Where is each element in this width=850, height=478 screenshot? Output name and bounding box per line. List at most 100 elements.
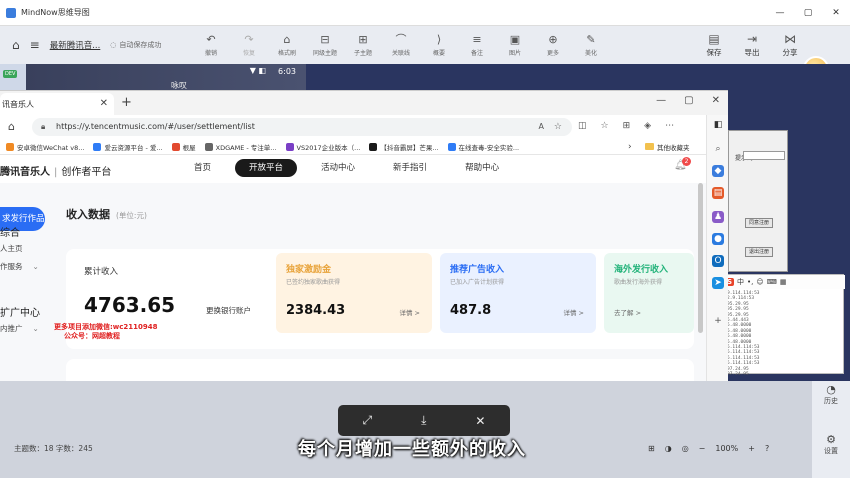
ime-toolbar: S 中 •, ☺ ⌨ ▦ [721,275,845,289]
document-title[interactable]: 最新腾讯音... [50,39,101,51]
close-viewer-icon[interactable]: ✕ [475,414,485,428]
tool-button[interactable]: ⊞ 子主题 [344,26,382,64]
read-aloud-icon[interactable]: A [539,118,544,136]
nav-item[interactable]: 帮助中心 [451,159,513,177]
tool-label: 恢复 [242,49,255,57]
office-icon[interactable]: ● [712,233,724,245]
games-icon[interactable]: ♟ [712,211,724,223]
overseas-revenue-card: 海外发行收入 歌曲发行海外获得 去了解 > [604,253,694,333]
tool-button[interactable]: ▣ 图片 [496,26,534,64]
left-nav-item[interactable]: 内推广 ⌄ [0,323,39,334]
bookmarks-bar: 安卓微信WeChat v8... 爱云资源平台 - 爱... 根屋 XDGAME - … [0,139,706,155]
grid-view-icon[interactable]: ⊞ [648,444,655,453]
log-text: 9.114.114:53 2.9.114:53 95.29.95 95.29.95 95… [727,291,760,378]
favorites-icon[interactable]: ☆ [601,121,609,131]
file-tool-button[interactable]: ⋈ 分享 [771,26,809,64]
bookmark-item[interactable]: 在线查毒-安全实验... [447,142,519,152]
nav-item[interactable]: 首页 [180,159,225,177]
home-icon[interactable]: ⌂ [12,38,20,52]
send-icon[interactable]: ➤ [712,277,724,289]
log-line: 97.24.95 [727,372,749,378]
file-tool-button[interactable]: ⇥ 导出 [733,26,771,64]
chevron-down-icon: ⌄ [32,324,39,333]
fullscreen-icon[interactable]: ⤢ [363,413,373,428]
maximize-button[interactable]: ▢ [794,0,822,26]
browser-home-icon[interactable]: ⌂ [8,120,15,133]
browser-maximize-icon[interactable]: ▢ [684,95,693,106]
tool-button[interactable]: ≡ 备注 [458,26,496,64]
close-button[interactable]: ✕ [822,0,850,26]
side-dialog-input[interactable] [743,151,785,160]
tab-close-icon[interactable]: ✕ [100,98,108,109]
minimize-button[interactable]: — [766,0,794,26]
url-input[interactable]: 🔒︎ https://y.tencentmusic.com/#/user/set… [32,118,572,136]
split-screen-icon[interactable]: ◫ [578,121,587,131]
bookmarks-overflow-icon[interactable]: › [628,142,632,152]
tool-button[interactable]: ⊕ 更多 [534,26,572,64]
history-button[interactable]: ◔ 历史 [812,383,850,406]
tool-button[interactable]: ⟩ 概要 [420,26,458,64]
change-bank-account-link[interactable]: 更换银行账户 [206,305,251,316]
revenue-title-text: 收入数据 [66,208,110,221]
more-menu-icon[interactable]: ⋯ [665,121,674,131]
search-icon[interactable]: ⌕ [712,143,724,155]
bookmark-item[interactable]: 安卓微信WeChat v8... [6,142,84,152]
help-icon[interactable]: ? [765,444,769,453]
collections-icon[interactable]: ⊞ [623,121,631,131]
settings-button[interactable]: ⚙ 设置 [812,433,850,456]
favorite-star-icon[interactable]: ☆ [554,118,562,136]
bookmark-item[interactable]: 爱云资源平台 - 爱... [93,142,163,152]
browser-minimize-icon[interactable]: — [656,95,666,106]
nav-item[interactable]: 开放平台 [235,159,298,177]
zoom-out-icon[interactable]: − [699,444,706,453]
card-detail-link[interactable]: 详情 > [563,307,584,317]
locate-icon[interactable]: ◎ [682,444,689,453]
tool-button[interactable]: ⊟ 同级主题 [306,26,344,64]
add-sidebar-app-icon[interactable]: + [712,315,724,327]
web-page: 腾讯音乐人 | 创作者平台 首页 开放平台 活动中心 新手指引 帮助中心 🔔︎ 2 求发行作品… [0,155,706,381]
sidebar-toggle-icon[interactable]: ◧ [712,119,724,131]
browser-window: 讯音乐人 ✕ + — ▢ ✕ ⌂ 🔒︎ https://y.tencentmus… [0,90,728,381]
tool-icon: ⋈ [784,31,796,46]
extension-icon[interactable]: ◈ [644,121,651,131]
bell-icon[interactable]: 🔔︎ 2 [674,157,691,171]
card-value: 487.8 [450,303,492,318]
agree-register-button[interactable]: 同意注册 [745,218,773,228]
nav-item[interactable]: 活动中心 [307,159,369,177]
bookmark-item[interactable]: 根屋 [171,142,196,152]
bookmark-item[interactable]: XDGAME - 专注单... [204,142,277,152]
tag-icon[interactable]: ◆ [712,165,724,177]
browser-close-icon[interactable]: ✕ [712,95,720,106]
menu-icon[interactable]: ≡ [30,38,40,52]
tool-button[interactable]: ↷ 恢复 [230,26,268,64]
tool-button[interactable]: ↶ 撤销 [192,26,230,64]
download-icon[interactable]: ⤓ [421,413,426,428]
tool-button[interactable]: ⌂ 格式刷 [268,26,306,64]
zoom-level[interactable]: 100% [715,444,738,453]
browser-tabbar: 讯音乐人 ✕ + — ▢ ✕ [0,91,728,115]
bookmark-item[interactable]: 【抖音霸屏】芒果... [369,142,439,152]
site-brand[interactable]: 腾讯音乐人 | 创作者平台 [0,163,111,178]
card-detail-link[interactable]: 详情 > [399,307,420,317]
zoom-in-icon[interactable]: + [748,444,755,453]
new-tab-icon[interactable]: + [121,95,132,110]
bookmark-item[interactable]: VS2017企业版本（... [285,142,360,152]
tool-button[interactable]: ⌒ 关联线 [382,26,420,64]
theme-icon[interactable]: ◑ [665,444,672,453]
lock-icon[interactable]: 🔒︎ [41,118,45,136]
exit-register-button[interactable]: 退出注册 [745,247,773,257]
total-income-label: 累计收入 [84,267,119,277]
left-nav-item[interactable]: 作服务 ⌄ [0,261,39,272]
page-scrollbar[interactable] [698,183,703,333]
browser-tab[interactable]: 讯音乐人 ✕ [0,93,114,115]
revenue-content: 收入数据 (单位:元) 累计收入 4763.65 更换银行账户 更多项目添加微信:… [54,183,696,381]
file-tool-button[interactable]: ▤ 保存 [695,26,733,64]
shopping-icon[interactable]: ▤ [712,187,724,199]
left-nav-item[interactable]: 人主页 [0,243,23,254]
outlook-icon[interactable]: O [712,255,724,267]
nav-item[interactable]: 新手指引 [379,159,441,177]
card-learn-more-link[interactable]: 去了解 > [614,307,641,317]
card-desc: 歌曲发行海外获得 [614,279,663,286]
tool-button[interactable]: ✎ 美化 [572,26,610,64]
other-favorites[interactable]: 其他收藏夹 [645,142,690,152]
